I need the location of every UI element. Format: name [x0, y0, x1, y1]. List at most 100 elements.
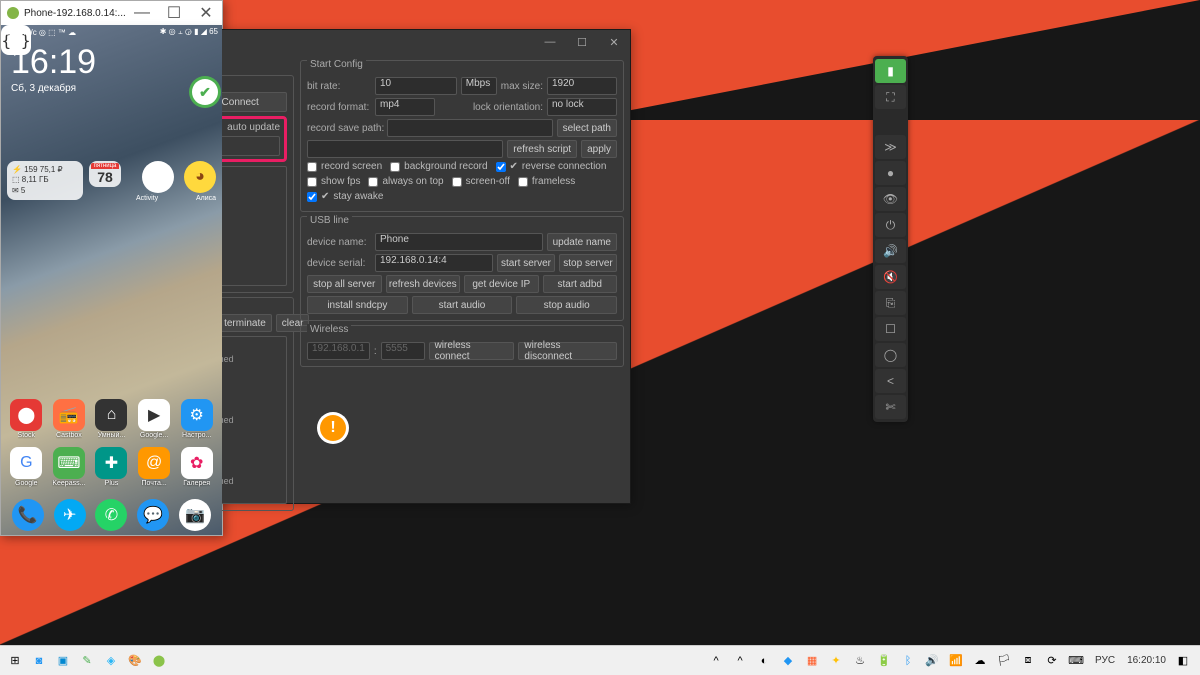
dock-whatsapp[interactable]: ✆ [95, 499, 127, 531]
tb-app2-icon[interactable]: ▣ [52, 650, 74, 672]
wireless-disconnect-button[interactable]: wireless disconnect [518, 342, 617, 360]
app-smart[interactable]: ⌂Умный... [90, 399, 133, 439]
sb-volume-up-icon[interactable]: 🔊 [875, 239, 906, 263]
maximize-button[interactable]: ☐ [566, 30, 598, 54]
tb-app4-icon[interactable]: ◈ [100, 650, 122, 672]
wireless-connect-button[interactable]: wireless connect [429, 342, 515, 360]
sb-fullscreen-icon[interactable]: ▮ [875, 59, 906, 83]
dock-phone[interactable]: 📞 [12, 499, 44, 531]
minimize-button[interactable]: ― [534, 30, 566, 54]
tb-sound-icon[interactable]: 🔊 [921, 650, 943, 672]
max-size-input[interactable]: 1920 [547, 77, 617, 95]
sb-back-icon[interactable]: < [875, 369, 906, 393]
tb-app1-icon[interactable]: ◙ [28, 650, 50, 672]
get-device-ip-button[interactable]: get device IP [464, 275, 539, 293]
start-audio-button[interactable]: start audio [412, 296, 513, 314]
record-save-path-input[interactable] [387, 119, 553, 137]
app-mail[interactable]: @Почта... [133, 447, 176, 487]
tb-tray-up-icon[interactable]: ^ [705, 650, 727, 672]
app-google-play[interactable]: ▶Google... [133, 399, 176, 439]
phone-screen[interactable]: 645 КБ/с ◎ ⬚ ™ ☁ ✱ ◎ ⫠ ◶ ▮ ◢ 65 16:19 Сб… [1, 25, 222, 535]
stay-awake-checkbox[interactable]: ✔ stay awake [307, 191, 383, 202]
tb-app3-icon[interactable]: ✎ [76, 650, 98, 672]
app-plus[interactable]: ✚Plus [90, 447, 133, 487]
tb-battery-icon[interactable]: 🔋 [873, 650, 895, 672]
refresh-devices-button[interactable]: refresh devices [386, 275, 461, 293]
tb-clock[interactable]: 16:20:10 [1121, 655, 1172, 666]
sb-eye-icon[interactable]: 👁 [875, 187, 906, 211]
phone-minimize-button[interactable]: ― [126, 1, 158, 25]
tb-tray2-icon[interactable]: ◆ [777, 650, 799, 672]
screen-off-checkbox[interactable]: screen-off [452, 176, 510, 187]
install-sndcpy-button[interactable]: install sndcpy [307, 296, 408, 314]
dock-camera[interactable]: 📷 [179, 499, 211, 531]
app-google[interactable]: GGoogle [5, 447, 48, 487]
app-stock[interactable]: ⬤Stock [5, 399, 48, 439]
phone-close-button[interactable]: ✕ [190, 1, 222, 25]
tb-cloud-icon[interactable]: ☁ [969, 650, 991, 672]
tb-tray-up2-icon[interactable]: ^ [729, 650, 751, 672]
app-castbox[interactable]: 📻Castbox [48, 399, 91, 439]
apply-button[interactable]: apply [581, 140, 617, 158]
sb-more-icon[interactable]: ≫ [875, 135, 906, 159]
wireless-ip-input[interactable]: 192.168.0.1 [307, 342, 370, 360]
tb-wifi-icon[interactable]: 📶 [945, 650, 967, 672]
tb-tray1-icon[interactable]: ◐ [753, 650, 775, 672]
start-button[interactable]: ⊞ [4, 650, 26, 672]
tb-bluetooth-icon[interactable]: ᛒ [897, 650, 919, 672]
widget-activity-icon[interactable] [142, 161, 174, 193]
tb-app6-icon[interactable]: ⬤ [148, 650, 170, 672]
stop-all-server-button[interactable]: stop all server [307, 275, 382, 293]
refresh-script-button[interactable]: refresh script [507, 140, 577, 158]
device-serial-input[interactable]: 192.168.0.14:4 [375, 254, 493, 272]
device-name-input[interactable]: Phone [375, 233, 543, 251]
sb-square-icon[interactable]: ☐ [875, 317, 906, 341]
stop-audio-button[interactable]: stop audio [516, 296, 617, 314]
dock-messages[interactable]: 💬 [137, 499, 169, 531]
bit-rate-unit[interactable]: Mbps [461, 77, 497, 95]
sb-expand-icon[interactable]: ⛶ [875, 85, 906, 109]
sb-volume-mute-icon[interactable]: 🔇 [875, 265, 906, 289]
tb-sync-icon[interactable]: ⟳ [1041, 650, 1063, 672]
phone-titlebar[interactable]: Phone-192.168.0.14:... ― ☐ ✕ [1, 1, 222, 25]
sb-copy-icon[interactable]: ⎘ [875, 291, 906, 315]
tb-dropbox-icon[interactable]: ⧈ [1017, 650, 1039, 672]
phone-maximize-button[interactable]: ☐ [158, 1, 190, 25]
widget-alice-icon[interactable]: ◕ [184, 161, 216, 193]
tb-tray5-icon[interactable]: ♨ [849, 650, 871, 672]
select-path-button[interactable]: select path [557, 119, 617, 137]
taskbar[interactable]: ⊞ ◙ ▣ ✎ ◈ 🎨 ⬤ ^ ^ ◐ ◆ ▦ ✦ ♨ 🔋 ᛒ 🔊 📶 ☁ 🏳 … [0, 645, 1200, 675]
record-format-input[interactable]: mp4 [375, 98, 435, 116]
dock-telegram[interactable]: ✈ [54, 499, 86, 531]
lock-orientation-input[interactable]: no lock [547, 98, 617, 116]
update-name-button[interactable]: update name [547, 233, 617, 251]
close-button[interactable]: ✕ [598, 30, 630, 54]
show-fps-checkbox[interactable]: show fps [307, 176, 360, 187]
tb-notification-icon[interactable]: ◧ [1172, 650, 1194, 672]
stop-server-button[interactable]: stop server [559, 254, 617, 272]
sb-power-icon[interactable]: ⏻ [875, 213, 906, 237]
app-keepass[interactable]: ⌨Keepass... [48, 447, 91, 487]
sb-record-icon[interactable]: ● [875, 161, 906, 185]
record-screen-checkbox[interactable]: record screen [307, 161, 382, 172]
wireless-port-input[interactable]: 5555 [381, 342, 425, 360]
tb-tray3-icon[interactable]: ▦ [801, 650, 823, 672]
script-input[interactable] [307, 140, 503, 158]
frameless-checkbox[interactable]: frameless [518, 176, 575, 187]
tb-keyboard-icon[interactable]: ⌨ [1065, 650, 1087, 672]
reverse-connection-checkbox[interactable]: ✔ reverse connection [496, 161, 607, 172]
background-record-checkbox[interactable]: background record [390, 161, 487, 172]
start-server-button[interactable]: start server [497, 254, 555, 272]
start-adbd-button[interactable]: start adbd [543, 275, 618, 293]
always-on-top-checkbox[interactable]: always on top [368, 176, 443, 187]
tb-flag-icon[interactable]: 🏳 [993, 650, 1015, 672]
bit-rate-input[interactable]: 10 [375, 77, 457, 95]
sb-circle-icon[interactable]: ◯ [875, 343, 906, 367]
tb-tray4-icon[interactable]: ✦ [825, 650, 847, 672]
terminate-button[interactable]: terminate [218, 314, 272, 332]
tb-lang[interactable]: РУС [1089, 655, 1121, 666]
app-gallery[interactable]: ✿Галерея [175, 447, 218, 487]
tb-app5-icon[interactable]: 🎨 [124, 650, 146, 672]
sb-cut-icon[interactable]: ✄ [875, 395, 906, 419]
app-settings[interactable]: ⚙Настро... [175, 399, 218, 439]
